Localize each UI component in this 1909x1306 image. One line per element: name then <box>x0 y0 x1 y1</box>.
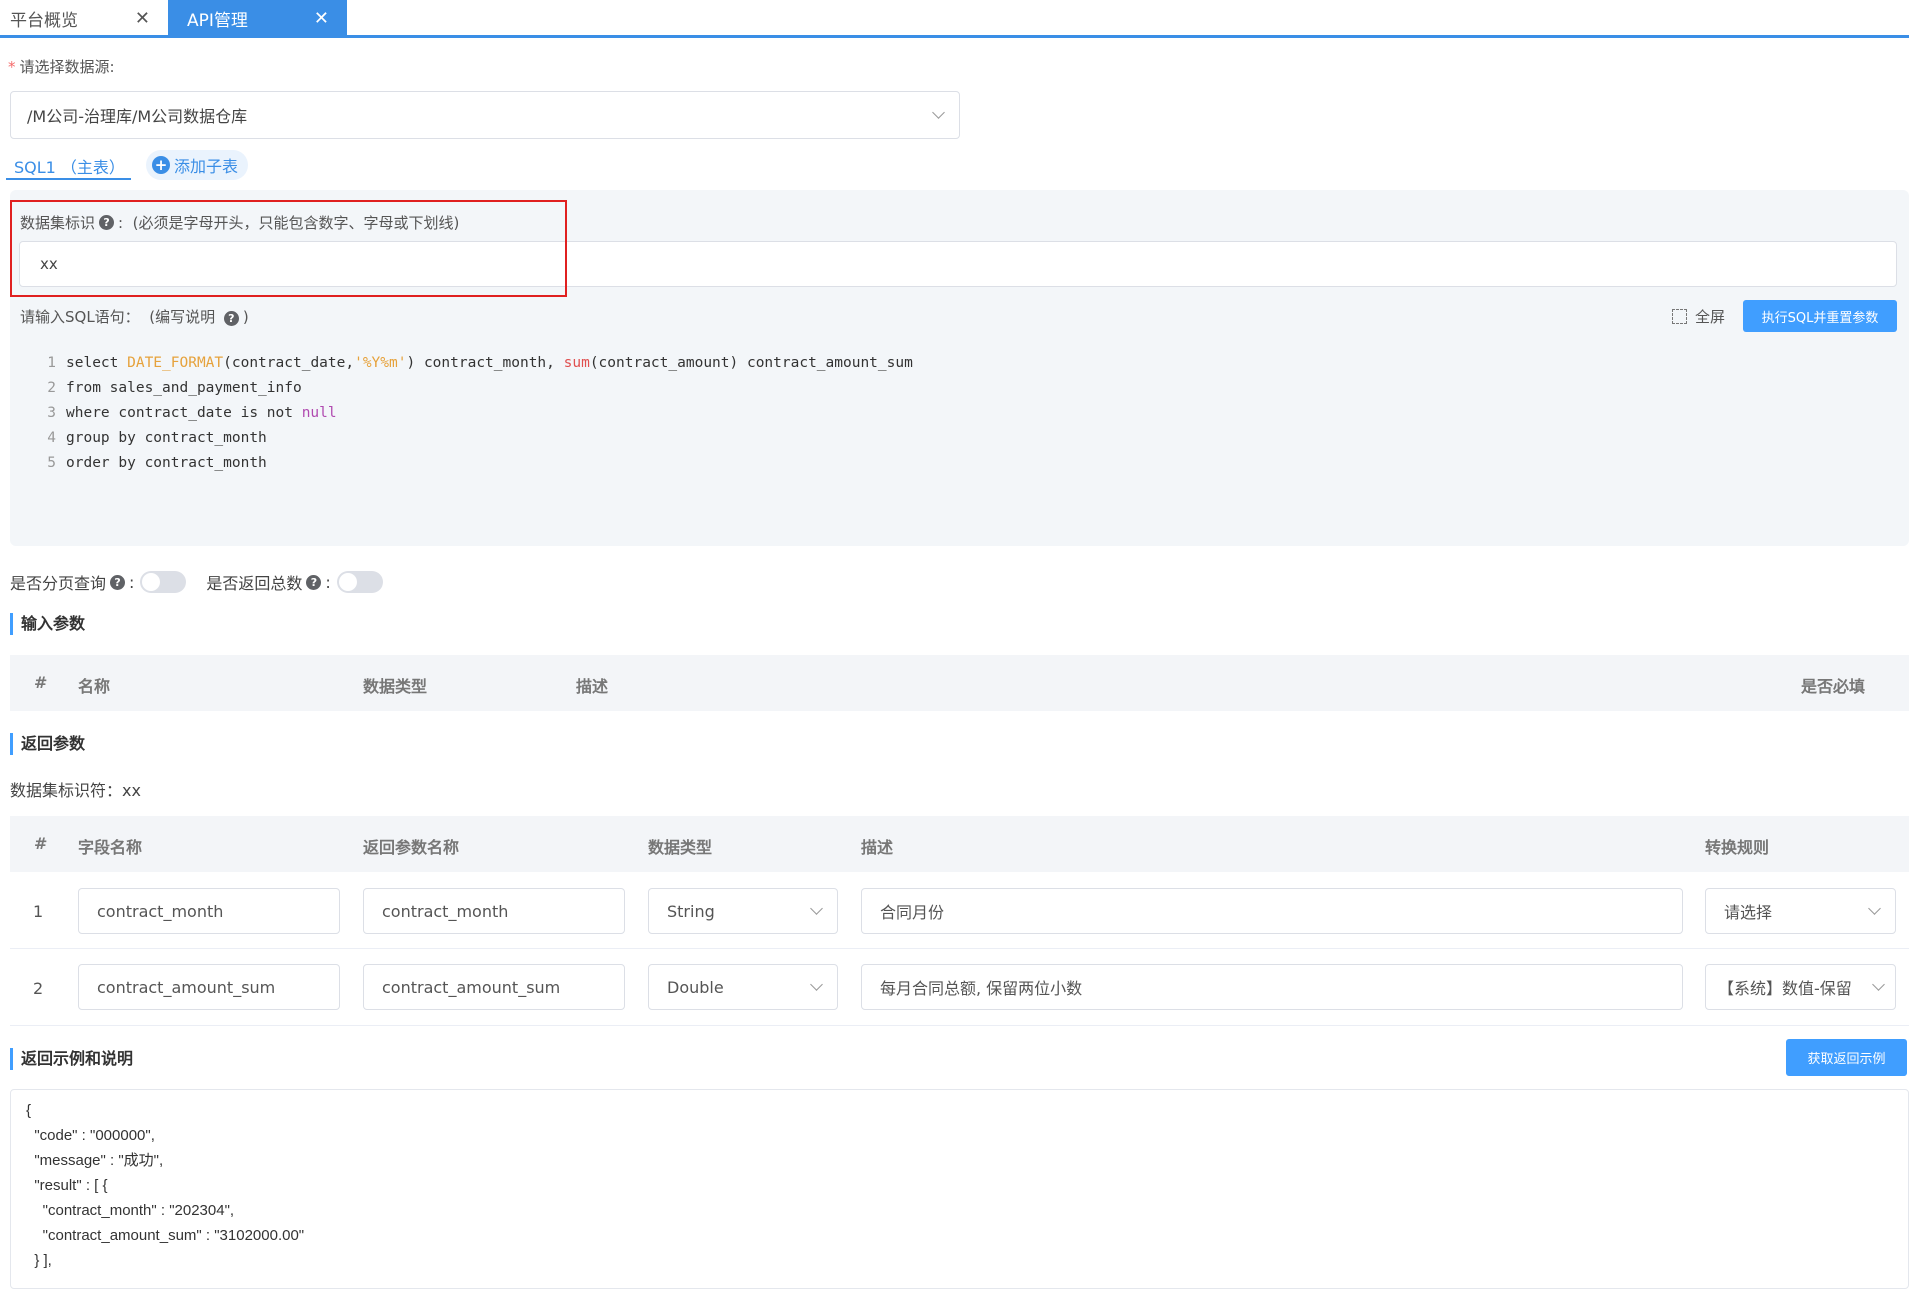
example-json: { "code" : "000000", "message" : "成功", "… <box>26 1102 305 1269</box>
chevron-down-icon <box>1868 902 1881 915</box>
code-token: select <box>66 355 128 371</box>
code-line: 2 from sales_and_payment_info <box>40 376 913 401</box>
field-name-input[interactable]: contract_month <box>78 888 340 934</box>
sql-input-label: 请输入SQL语句： (编写说明 ?) <box>20 306 249 327</box>
description-input[interactable]: 每月合同总额, 保留两位小数 <box>861 964 1683 1010</box>
return-params-header: # 字段名称 返回参数名称 数据类型 描述 转换规则 <box>10 816 1909 872</box>
help-icon: ? <box>223 311 239 326</box>
input-params-header: # 名称 数据类型 描述 是否必填 <box>10 655 1909 711</box>
code-token: sum <box>563 355 590 371</box>
switch-row: 是否分页查询 ?: 是否返回总数 ?: <box>10 570 403 594</box>
datasource-value: /M公司-治理库/M公司数据仓库 <box>27 107 248 126</box>
dataset-identifier: 数据集标识符：xx <box>10 781 141 800</box>
get-example-button[interactable]: 获取返回示例 <box>1786 1039 1907 1076</box>
data-type-select[interactable]: String <box>648 888 838 934</box>
table-row: 1 contract_month contract_month String 合… <box>0 872 1909 949</box>
code-token: DATE_FORMAT <box>127 355 224 371</box>
table-row: 2 contract_amount_sum contract_amount_su… <box>0 949 1909 1026</box>
plus-circle-icon: + <box>152 156 170 174</box>
run-sql-button[interactable]: 执行SQL并重置参数 <box>1743 300 1897 332</box>
add-subtable-button[interactable]: + 添加子表 <box>146 150 249 180</box>
close-icon[interactable]: ✕ <box>135 8 150 29</box>
code-token: order by contract_month <box>66 455 267 471</box>
total-toggle[interactable] <box>336 571 383 593</box>
tab-bar: 平台概览 ✕ API管理 ✕ <box>0 0 1909 38</box>
paging-toggle[interactable] <box>140 571 187 593</box>
code-token: null <box>301 405 337 421</box>
return-name-input[interactable]: contract_amount_sum <box>363 964 625 1010</box>
tab-sql1-main[interactable]: SQL1 （主表） <box>6 150 131 180</box>
code-line: 4 group by contract_month <box>40 426 913 451</box>
chevron-down-icon <box>932 106 945 119</box>
sql-editor[interactable]: 1 select DATE_FORMAT(contract_date,'%Y%m'… <box>40 351 913 476</box>
help-icon[interactable]: ? <box>110 574 126 590</box>
convert-rule-select[interactable]: 请选择 <box>1705 888 1896 934</box>
code-token: '%Y%m' <box>354 355 407 371</box>
add-subtable-label: 添加子表 <box>174 157 239 176</box>
chevron-down-icon <box>810 902 823 915</box>
highlight-box <box>10 200 567 297</box>
row-divider <box>10 1025 1909 1026</box>
line-number: 2 <box>47 380 56 396</box>
sql-guide-link[interactable]: (编写说明 ?) <box>149 306 249 327</box>
data-type-select[interactable]: Double <box>648 964 838 1010</box>
field-name-input[interactable]: contract_amount_sum <box>78 964 340 1010</box>
chevron-down-icon <box>810 978 823 991</box>
fullscreen-button[interactable]: 全屏 <box>1672 306 1725 327</box>
code-line: 3 where contract_date is not null <box>40 401 913 426</box>
fullscreen-icon <box>1672 309 1687 324</box>
chevron-down-icon <box>1872 978 1885 991</box>
line-number: 1 <box>47 355 56 371</box>
total-label: 是否返回总数 <box>206 574 303 593</box>
close-icon[interactable]: ✕ <box>314 8 329 29</box>
help-icon[interactable]: ? <box>306 574 322 590</box>
return-params-title: 返回参数 <box>10 733 85 755</box>
example-title: 返回示例和说明 <box>10 1048 133 1070</box>
tab-label: API管理 <box>187 10 248 31</box>
convert-rule-select[interactable]: 【系统】数值-保留 <box>1705 964 1896 1010</box>
input-params-title: 输入参数 <box>10 613 85 635</box>
code-line: 1 select DATE_FORMAT(contract_date,'%Y%m'… <box>40 351 913 376</box>
code-token: group by contract_month <box>66 430 267 446</box>
code-token: ) contract_month, <box>406 355 564 371</box>
datasource-select[interactable]: /M公司-治理库/M公司数据仓库 <box>10 91 960 139</box>
code-token: where contract_date is not <box>66 405 302 421</box>
code-token: (contract_amount) contract_amount_sum <box>589 355 913 371</box>
description-input[interactable]: 合同月份 <box>861 888 1683 934</box>
line-number: 3 <box>47 405 56 421</box>
code-line: 5 order by contract_month <box>40 451 913 476</box>
paging-label: 是否分页查询 <box>10 574 107 593</box>
tab-label: 平台概览 <box>10 10 78 31</box>
return-name-input[interactable]: contract_month <box>363 888 625 934</box>
code-token: (contract_date, <box>223 355 355 371</box>
line-number: 5 <box>47 455 56 471</box>
datasource-label: * 请选择数据源: <box>8 58 115 76</box>
line-number: 4 <box>47 430 56 446</box>
tab-platform-overview[interactable]: 平台概览 ✕ <box>0 0 168 36</box>
code-token: from sales_and_payment_info <box>66 380 302 396</box>
tab-api-management[interactable]: API管理 ✕ <box>168 0 347 36</box>
